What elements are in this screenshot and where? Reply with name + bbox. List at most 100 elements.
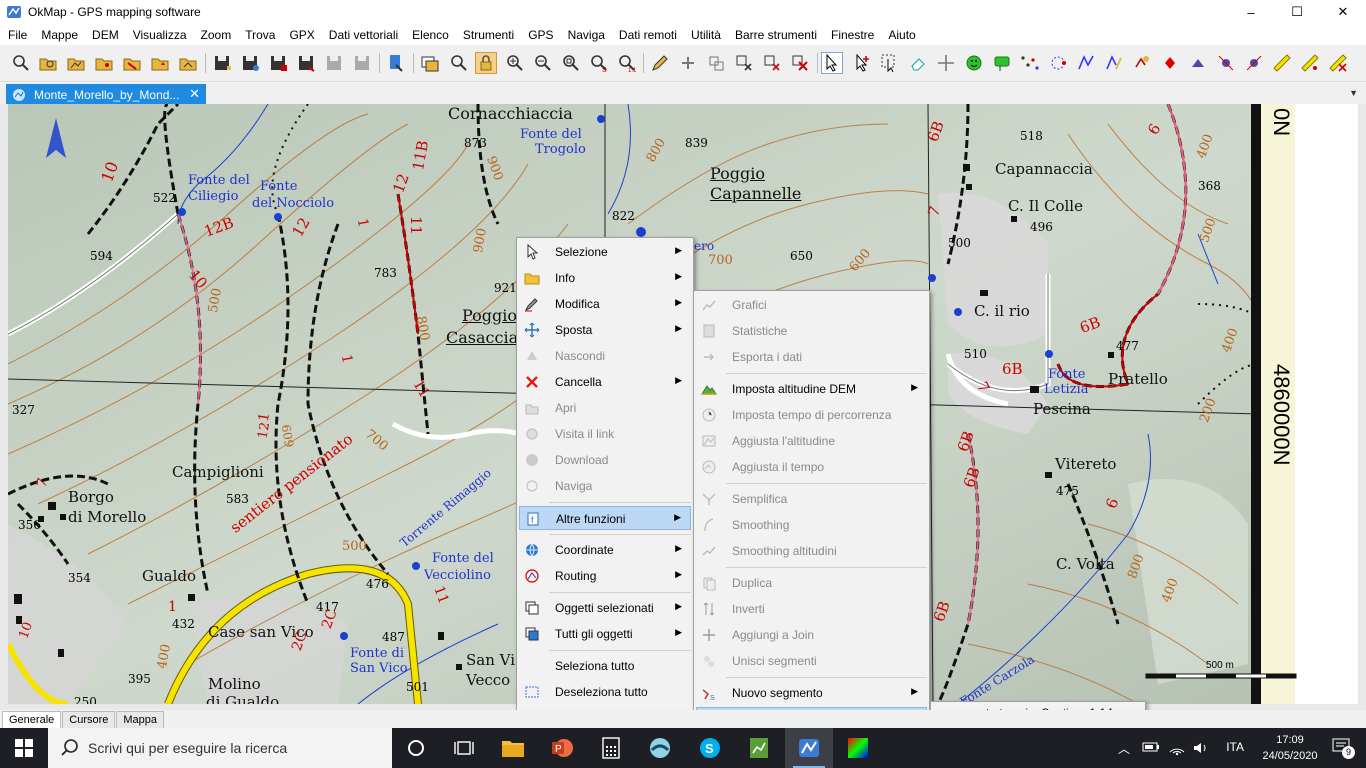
tab-mappa[interactable]: Mappa: [116, 711, 165, 728]
menu-item-imposta-altitudine-dem[interactable]: Imposta altitudine DEM ▶: [696, 377, 927, 401]
menu-visualizza[interactable]: Visualizza: [126, 28, 194, 42]
delete-object-icon[interactable]: [761, 52, 783, 74]
taskbar-powerpoint[interactable]: P: [538, 728, 586, 768]
open-folder-icon[interactable]: [37, 52, 59, 74]
show-hidden-icons-icon[interactable]: ︿: [1118, 740, 1130, 757]
volume-icon[interactable]: [1192, 740, 1210, 756]
open-routes-icon[interactable]: [177, 52, 199, 74]
map-document-tab[interactable]: Monte_Morello_by_Mond... ✕: [6, 84, 206, 105]
menu-item-nascondi[interactable]: Nascondi: [519, 344, 691, 368]
menu-gpx[interactable]: GPX: [282, 28, 321, 42]
select-add-icon[interactable]: [851, 52, 873, 74]
menu-item-coordinate[interactable]: Coordinate ▶: [519, 538, 691, 562]
marker-red-icon[interactable]: [1159, 52, 1181, 74]
taskbar-color-app[interactable]: [834, 728, 882, 768]
open-waypoints-icon[interactable]: [149, 52, 171, 74]
menu-item-duplica[interactable]: Duplica: [696, 571, 927, 595]
lock-icon[interactable]: [475, 52, 497, 74]
menu-item-altre-funzioni[interactable]: f Altre funzioni ▶: [519, 506, 691, 530]
menu-zoom[interactable]: Zoom: [194, 28, 239, 42]
crosshair-icon[interactable]: [935, 52, 957, 74]
track-split-icon[interactable]: [1243, 52, 1265, 74]
menu-item-smoothing-altitudini[interactable]: Smoothing altitudini: [696, 539, 927, 563]
save-dem-icon[interactable]: [239, 52, 261, 74]
zoom-selection-icon[interactable]: S: [587, 52, 609, 74]
marker-blue-icon[interactable]: [1187, 52, 1209, 74]
menu-item-esporta-i-dati[interactable]: Esporta i dati: [696, 345, 927, 369]
menu-item-modifica[interactable]: Modifica ▶: [519, 292, 691, 316]
select-area-icon[interactable]: [879, 52, 901, 74]
menu-item-routing[interactable]: Routing ▶: [519, 564, 691, 588]
menu-naviga[interactable]: Naviga: [561, 28, 612, 42]
eraser-icon[interactable]: [907, 52, 929, 74]
track-points-icon[interactable]: [1215, 52, 1237, 74]
menu-finestre[interactable]: Finestre: [824, 28, 881, 42]
menu-item-imposta-tempo-di-percorrenza[interactable]: Imposta tempo di percorrenza: [696, 403, 927, 427]
save-vector-icon[interactable]: [295, 52, 317, 74]
maximize-button[interactable]: ☐: [1274, 0, 1320, 24]
track-move-icon[interactable]: [1131, 52, 1153, 74]
menu-item-naviga[interactable]: Naviga: [519, 474, 691, 498]
waypoint-smile-icon[interactable]: [963, 52, 985, 74]
open-dem-icon[interactable]: [65, 52, 87, 74]
taskbar-notepad-app[interactable]: [735, 728, 783, 768]
menu-utilita[interactable]: Utilità: [684, 28, 728, 42]
menu-dem[interactable]: DEM: [85, 28, 126, 42]
zoom-icon[interactable]: [447, 52, 469, 74]
ruler-icon[interactable]: [1271, 52, 1293, 74]
menu-item-semplifica[interactable]: Semplifica: [696, 487, 927, 511]
track-draw-icon[interactable]: [1075, 52, 1097, 74]
menu-item-info[interactable]: Info ▶: [519, 266, 691, 290]
minimize-button[interactable]: –: [1228, 0, 1274, 24]
menu-item-cancella[interactable]: Cancella ▶: [519, 370, 691, 394]
taskbar-search-box[interactable]: Scrivi qui per eseguire la ricerca: [48, 728, 392, 768]
open-vector-icon[interactable]: [121, 52, 143, 74]
menu-item-apri[interactable]: Apri: [519, 396, 691, 420]
menu-item-aggiusta-il-tempo[interactable]: Aggiusta il tempo: [696, 455, 927, 479]
menu-item-oggetti-selezionati[interactable]: Oggetti selezionati ▶: [519, 596, 691, 620]
menu-item-tutti-gli-oggetti[interactable]: Tutti gli oggetti ▶: [519, 622, 691, 646]
select-arrow-icon[interactable]: [821, 52, 843, 74]
ruler-clear-icon[interactable]: [1327, 52, 1349, 74]
zoom-out-icon[interactable]: [531, 52, 553, 74]
notifications-button[interactable]: 9: [1332, 738, 1355, 759]
network-icon[interactable]: [1168, 740, 1186, 756]
menu-trova[interactable]: Trova: [238, 28, 282, 42]
taskbar-skype[interactable]: S: [686, 728, 734, 768]
zoom-in-icon[interactable]: [503, 52, 525, 74]
menu-item-aggiungi-a-join[interactable]: Aggiungi a Join: [696, 623, 927, 647]
delete-point-icon[interactable]: [733, 52, 755, 74]
menu-barre-strumenti[interactable]: Barre strumenti: [728, 28, 824, 42]
zoom-window-icon[interactable]: [559, 52, 581, 74]
open-gpx-icon[interactable]: [93, 52, 115, 74]
menu-item-statistiche[interactable]: Statistiche: [696, 319, 927, 343]
menu-aiuto[interactable]: Aiuto: [881, 28, 922, 42]
cortana-button[interactable]: [392, 728, 440, 768]
waypoint-flag-icon[interactable]: [991, 52, 1013, 74]
close-tab-icon[interactable]: ✕: [189, 86, 200, 102]
save-gpx-icon[interactable]: [267, 52, 289, 74]
menu-item-selezione[interactable]: Selezione ▶: [519, 240, 691, 264]
taskbar-okmap[interactable]: [785, 728, 833, 768]
add-point-icon[interactable]: [677, 52, 699, 74]
close-button[interactable]: ✕: [1320, 0, 1366, 24]
system-clock[interactable]: 17:09 24/05/2020: [1260, 732, 1320, 764]
ruler-measure-icon[interactable]: [1299, 52, 1321, 74]
route-loop-icon[interactable]: [1047, 52, 1069, 74]
zoom-one-to-one-icon[interactable]: 1:1: [615, 52, 637, 74]
menu-file[interactable]: File: [0, 28, 34, 42]
menu-item-seleziona-tutto[interactable]: Seleziona tutto: [519, 654, 691, 678]
taskbar-app-ball[interactable]: [636, 728, 684, 768]
tab-generale[interactable]: Generale: [2, 711, 62, 728]
save-icon[interactable]: [211, 52, 233, 74]
map-windows-icon[interactable]: [419, 52, 441, 74]
taskbar-calculator[interactable]: [587, 728, 635, 768]
tab-list-dropdown-icon[interactable]: ▼: [1349, 88, 1358, 98]
save-all-disabled-icon[interactable]: [351, 52, 373, 74]
route-dots-icon[interactable]: [1019, 52, 1041, 74]
menu-mappe[interactable]: Mappe: [34, 28, 85, 42]
move-point-icon[interactable]: [705, 52, 727, 74]
save-disabled-icon[interactable]: [323, 52, 345, 74]
menu-item-sposta[interactable]: Sposta ▶: [519, 318, 691, 342]
input-language[interactable]: ITA: [1226, 740, 1244, 754]
